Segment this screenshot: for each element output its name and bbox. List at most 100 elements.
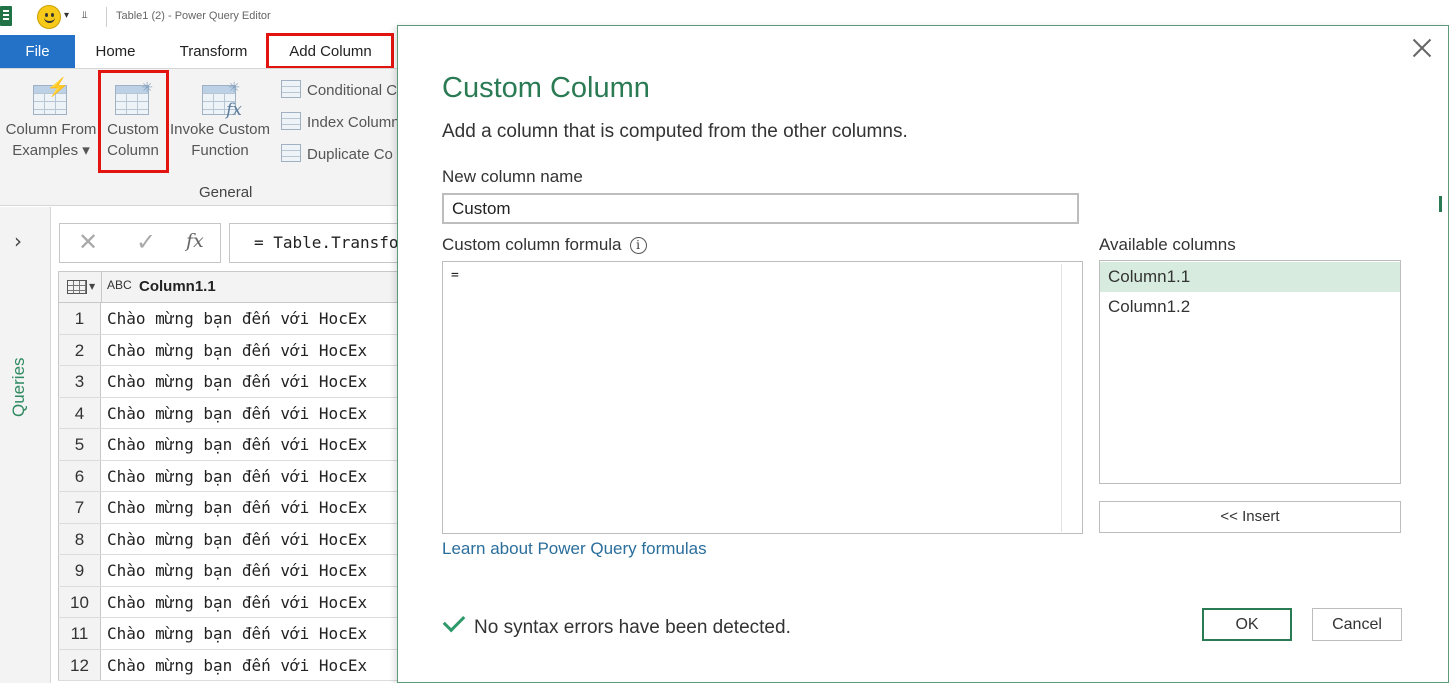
row-number[interactable]: 3	[58, 366, 101, 397]
table-row[interactable]: 3 Chào mừng bạn đến với HocEx	[58, 366, 403, 398]
smiley-dropdown-icon[interactable]: ▾	[64, 10, 69, 21]
table-row[interactable]: 9 Chào mừng bạn đến với HocEx	[58, 555, 403, 587]
table-cell[interactable]: Chào mừng bạn đến với HocEx	[107, 555, 367, 586]
duplicate-column-icon	[281, 144, 301, 162]
available-column-item[interactable]: Column1.1	[1100, 262, 1400, 292]
table-cell[interactable]: Chào mừng bạn đến với HocEx	[107, 524, 367, 555]
row-number[interactable]: 6	[58, 460, 101, 491]
table-cell[interactable]: Chào mừng bạn đến với HocEx	[107, 587, 367, 618]
table-icon	[67, 280, 87, 294]
table-cell[interactable]: Chào mừng bạn đến với HocEx	[107, 303, 367, 334]
text-type-icon[interactable]: ABC	[107, 278, 132, 292]
tab-transform[interactable]: Transform	[170, 35, 257, 68]
column-from-examples-label-2: Examples ▾	[12, 142, 90, 159]
table-row[interactable]: 5 Chào mừng bạn đến với HocEx	[58, 429, 403, 461]
conditional-column-label: Conditional C	[307, 82, 398, 99]
excel-logo-icon	[0, 6, 12, 26]
column-from-examples-icon: ⚡	[31, 77, 71, 117]
confirm-formula-icon[interactable]: ✓	[136, 228, 156, 256]
info-icon[interactable]: i	[629, 237, 647, 254]
invoke-custom-function-icon: ✳ fx	[200, 77, 242, 120]
conditional-column-icon	[281, 80, 301, 98]
custom-column-button[interactable]: ✳ Custom Column	[102, 77, 164, 161]
table-row[interactable]: 1 Chào mừng bạn đến với HocEx	[58, 303, 403, 335]
customize-quick-access-icon[interactable]: ⫫	[82, 10, 88, 21]
ok-button[interactable]: OK	[1202, 608, 1292, 641]
row-number[interactable]: 2	[58, 334, 101, 365]
fx-icon[interactable]: fx	[186, 230, 204, 252]
table-row[interactable]: 7 Chào mừng bạn đến với HocEx	[58, 492, 403, 524]
tab-home[interactable]: Home	[88, 35, 143, 68]
insert-button[interactable]: << Insert	[1099, 501, 1401, 533]
invoke-custom-function-label-2: Function	[191, 142, 249, 159]
duplicate-column-button[interactable]: Duplicate Co	[281, 144, 393, 166]
ribbon-tabs: File Home Transform Add Column	[0, 35, 400, 68]
formula-bar-input[interactable]: = Table.Transfo	[229, 223, 404, 263]
custom-column-formula-editor[interactable]: =	[442, 261, 1083, 534]
table-row[interactable]: 4 Chào mừng bạn đến với HocEx	[58, 397, 403, 429]
column-header[interactable]: Column1.1	[139, 278, 216, 295]
row-number[interactable]: 1	[58, 303, 101, 334]
cancel-formula-icon[interactable]: ✕	[78, 228, 98, 256]
table-row[interactable]: 8 Chào mừng bạn đến với HocEx	[58, 523, 403, 555]
row-number[interactable]: 10	[58, 586, 101, 617]
row-number[interactable]: 8	[58, 523, 101, 554]
invoke-custom-function-label-1: Invoke Custom	[169, 121, 271, 138]
close-icon[interactable]	[1410, 36, 1434, 60]
table-cell[interactable]: Chào mừng bạn đến với HocEx	[107, 618, 367, 649]
invoke-custom-function-button[interactable]: ✳ fx Invoke Custom Function	[166, 77, 274, 161]
learn-formulas-link[interactable]: Learn about Power Query formulas	[442, 539, 707, 559]
window-title: Table1 (2) - Power Query Editor	[116, 10, 271, 22]
row-number[interactable]: 4	[58, 397, 101, 428]
table-menu-button[interactable]: ▼	[59, 272, 102, 302]
table-cell[interactable]: Chào mừng bạn đến với HocEx	[107, 398, 367, 429]
column-from-examples-button[interactable]: ⚡ Column From Examples ▾	[0, 77, 102, 161]
table-row[interactable]: 2 Chào mừng bạn đến với HocEx	[58, 334, 403, 366]
custom-column-formula-label: Custom column formula	[442, 235, 622, 254]
table-cell[interactable]: Chào mừng bạn đến với HocEx	[107, 492, 367, 523]
custom-column-label-2: Column	[107, 142, 159, 159]
custom-column-icon: ✳	[113, 77, 153, 117]
queries-pane-label[interactable]: Queries	[9, 347, 39, 427]
syntax-status-text: No syntax errors have been detected.	[474, 617, 791, 638]
custom-column-dialog: Custom Column Add a column that is compu…	[397, 25, 1449, 683]
formula-label-row: Custom column formula i	[442, 235, 647, 255]
conditional-column-button[interactable]: Conditional C	[281, 80, 397, 102]
data-preview-grid: ▼ ABC Column1.1 1 Chào mừng bạn đến với H…	[58, 271, 403, 683]
formula-text: =	[451, 268, 459, 283]
table-cell[interactable]: Chào mừng bạn đến với HocEx	[107, 366, 367, 397]
tab-add-column[interactable]: Add Column	[268, 35, 393, 68]
formula-editor-scrollbar[interactable]	[1061, 264, 1062, 532]
table-cell[interactable]: Chào mừng bạn đến với HocEx	[107, 429, 367, 460]
table-cell[interactable]: Chào mừng bạn đến với HocEx	[107, 650, 367, 681]
table-row[interactable]: 12 Chào mừng bạn đến với HocEx	[58, 649, 403, 681]
table-row[interactable]: 6 Chào mừng bạn đến với HocEx	[58, 460, 403, 492]
tab-file[interactable]: File	[0, 35, 75, 68]
index-column-icon	[281, 112, 301, 130]
checkmark-icon	[442, 609, 466, 633]
table-cell[interactable]: Chào mừng bạn đến với HocEx	[107, 335, 367, 366]
dialog-subtitle: Add a column that is computed from the o…	[442, 121, 908, 142]
available-columns-list[interactable]: Column1.1 Column1.2	[1099, 260, 1401, 484]
new-column-name-input[interactable]: Custom	[442, 193, 1079, 224]
expand-queries-chevron-icon[interactable]: ›	[14, 229, 22, 253]
index-column-button[interactable]: Index Column	[281, 112, 400, 134]
ribbon-add-column: ⚡ Column From Examples ▾ ✳ Custom Column…	[0, 68, 400, 206]
formula-bar-buttons: ✕ ✓ fx	[59, 223, 221, 263]
table-row[interactable]: 10 Chào mừng bạn đến với HocEx	[58, 586, 403, 618]
grid-header: ▼ ABC Column1.1	[58, 271, 403, 303]
row-number[interactable]: 12	[58, 649, 101, 680]
cancel-button[interactable]: Cancel	[1312, 608, 1402, 641]
smiley-icon[interactable]	[37, 5, 61, 29]
index-column-label: Index Column	[307, 114, 400, 131]
table-row[interactable]: 11 Chào mừng bạn đến với HocEx	[58, 618, 403, 650]
available-column-item[interactable]: Column1.2	[1100, 292, 1400, 322]
row-number[interactable]: 5	[58, 429, 101, 460]
row-number[interactable]: 11	[58, 618, 101, 649]
row-number[interactable]: 9	[58, 555, 101, 586]
row-number[interactable]: 7	[58, 492, 101, 523]
table-menu-arrow-icon: ▼	[89, 282, 96, 291]
table-cell[interactable]: Chào mừng bạn đến với HocEx	[107, 461, 367, 492]
duplicate-column-label: Duplicate Co	[307, 146, 393, 163]
queries-pane: › Queries	[0, 207, 51, 683]
